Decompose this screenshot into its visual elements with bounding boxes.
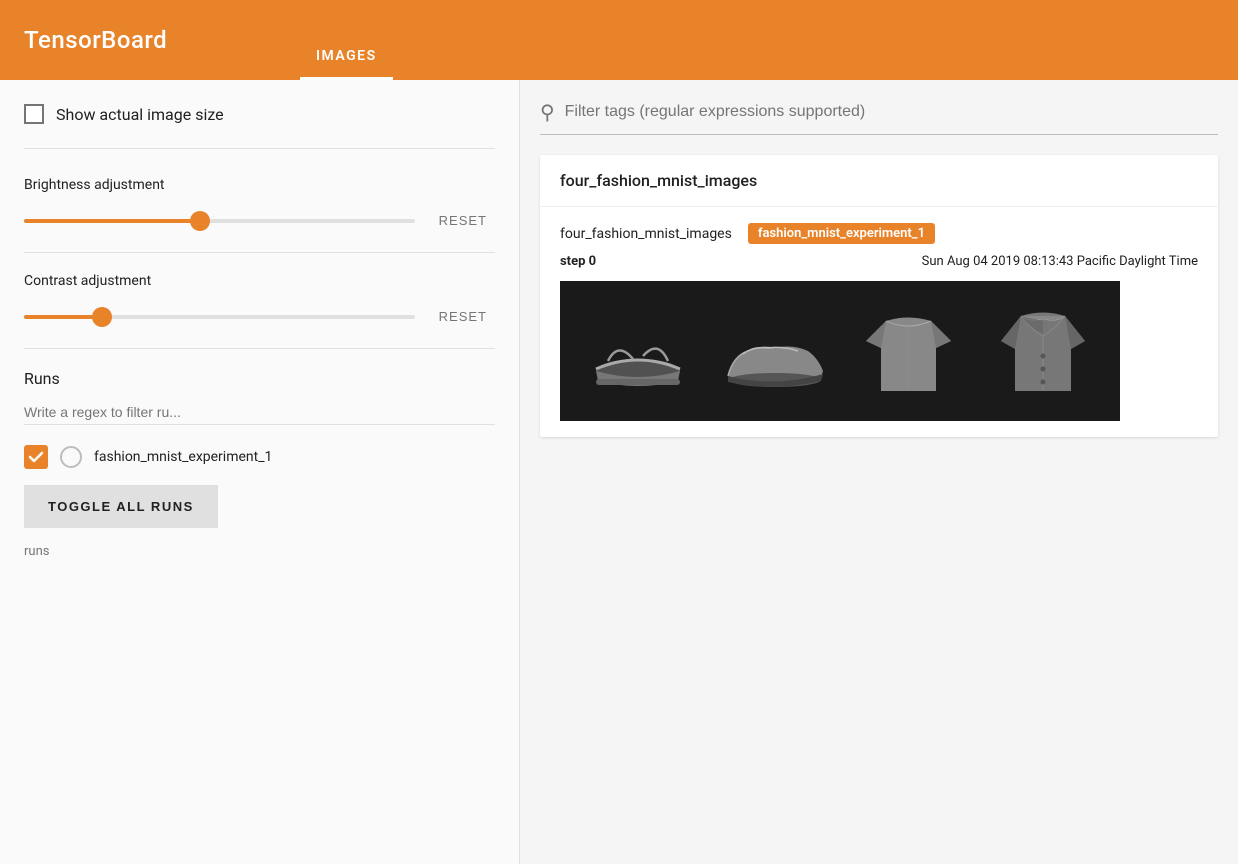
image-size-row: Show actual image size	[24, 104, 495, 124]
fashion-item-3	[848, 291, 968, 411]
shoe-1-svg	[583, 296, 693, 406]
divider-1	[24, 148, 495, 149]
run-checkbox[interactable]	[24, 445, 48, 469]
fashion-item-4	[983, 291, 1103, 411]
image-size-checkbox[interactable]	[24, 104, 44, 124]
nav-item-images[interactable]: IMAGES	[300, 48, 393, 80]
header: TensorBoard IMAGES	[0, 0, 1238, 80]
runs-filter-input[interactable]	[24, 400, 495, 425]
contrast-section: Contrast adjustment RESET	[24, 253, 495, 349]
brightness-fill	[24, 219, 200, 223]
search-icon: ⚲	[540, 100, 555, 124]
runs-title: Runs	[24, 369, 495, 388]
image-entry-name: four_fashion_mnist_images	[560, 226, 732, 242]
step-time-row: step 0 Sun Aug 04 2019 08:13:43 Pacific …	[560, 254, 1198, 269]
top-nav: IMAGES	[300, 48, 393, 80]
main-layout: Show actual image size Brightness adjust…	[0, 80, 1238, 864]
jacket-svg	[988, 296, 1098, 406]
run-color-dot[interactable]	[60, 446, 82, 468]
brightness-slider[interactable]	[24, 219, 415, 223]
contrast-row: RESET	[24, 305, 495, 328]
brightness-section: Brightness adjustment RESET	[24, 157, 495, 253]
brightness-thumb[interactable]	[190, 211, 210, 231]
image-card-title: four_fashion_mnist_images	[540, 155, 1218, 207]
fashion-images	[560, 281, 1120, 421]
image-entry: four_fashion_mnist_images fashion_mnist_…	[540, 207, 1218, 437]
image-entry-step: step 0	[560, 254, 596, 269]
brightness-label: Brightness adjustment	[24, 177, 495, 193]
brightness-reset[interactable]: RESET	[431, 209, 495, 232]
content-area: ⚲ four_fashion_mnist_images four_fashion…	[520, 80, 1238, 864]
brightness-row: RESET	[24, 209, 495, 232]
sidebar: Show actual image size Brightness adjust…	[0, 80, 520, 864]
run-name: fashion_mnist_experiment_1	[94, 448, 272, 466]
fashion-item-2	[713, 291, 833, 411]
filter-bar: ⚲	[540, 100, 1218, 135]
contrast-fill	[24, 315, 102, 319]
toggle-all-runs-button[interactable]: TOGGLE ALL RUNS	[24, 485, 218, 528]
filter-tags-input[interactable]	[565, 103, 1218, 121]
contrast-thumb[interactable]	[92, 307, 112, 327]
shirt-svg	[853, 296, 963, 406]
image-entry-time: Sun Aug 04 2019 08:13:43 Pacific Dayligh…	[922, 254, 1198, 269]
experiment-badge: fashion_mnist_experiment_1	[748, 223, 935, 244]
image-size-label: Show actual image size	[56, 105, 224, 124]
image-entry-meta: four_fashion_mnist_images fashion_mnist_…	[560, 223, 1198, 244]
checkmark-icon	[28, 449, 44, 465]
contrast-slider[interactable]	[24, 315, 415, 319]
run-item: fashion_mnist_experiment_1	[24, 445, 495, 469]
runs-footer-label: runs	[24, 544, 49, 559]
fashion-item-1	[578, 291, 698, 411]
shoe-2-svg	[718, 296, 828, 406]
image-card: four_fashion_mnist_images four_fashion_m…	[540, 155, 1218, 437]
runs-section: Runs fashion_mnist_experiment_1 TOGGLE A…	[24, 349, 495, 559]
contrast-reset[interactable]: RESET	[431, 305, 495, 328]
app-title: TensorBoard	[24, 26, 167, 54]
contrast-label: Contrast adjustment	[24, 273, 495, 289]
